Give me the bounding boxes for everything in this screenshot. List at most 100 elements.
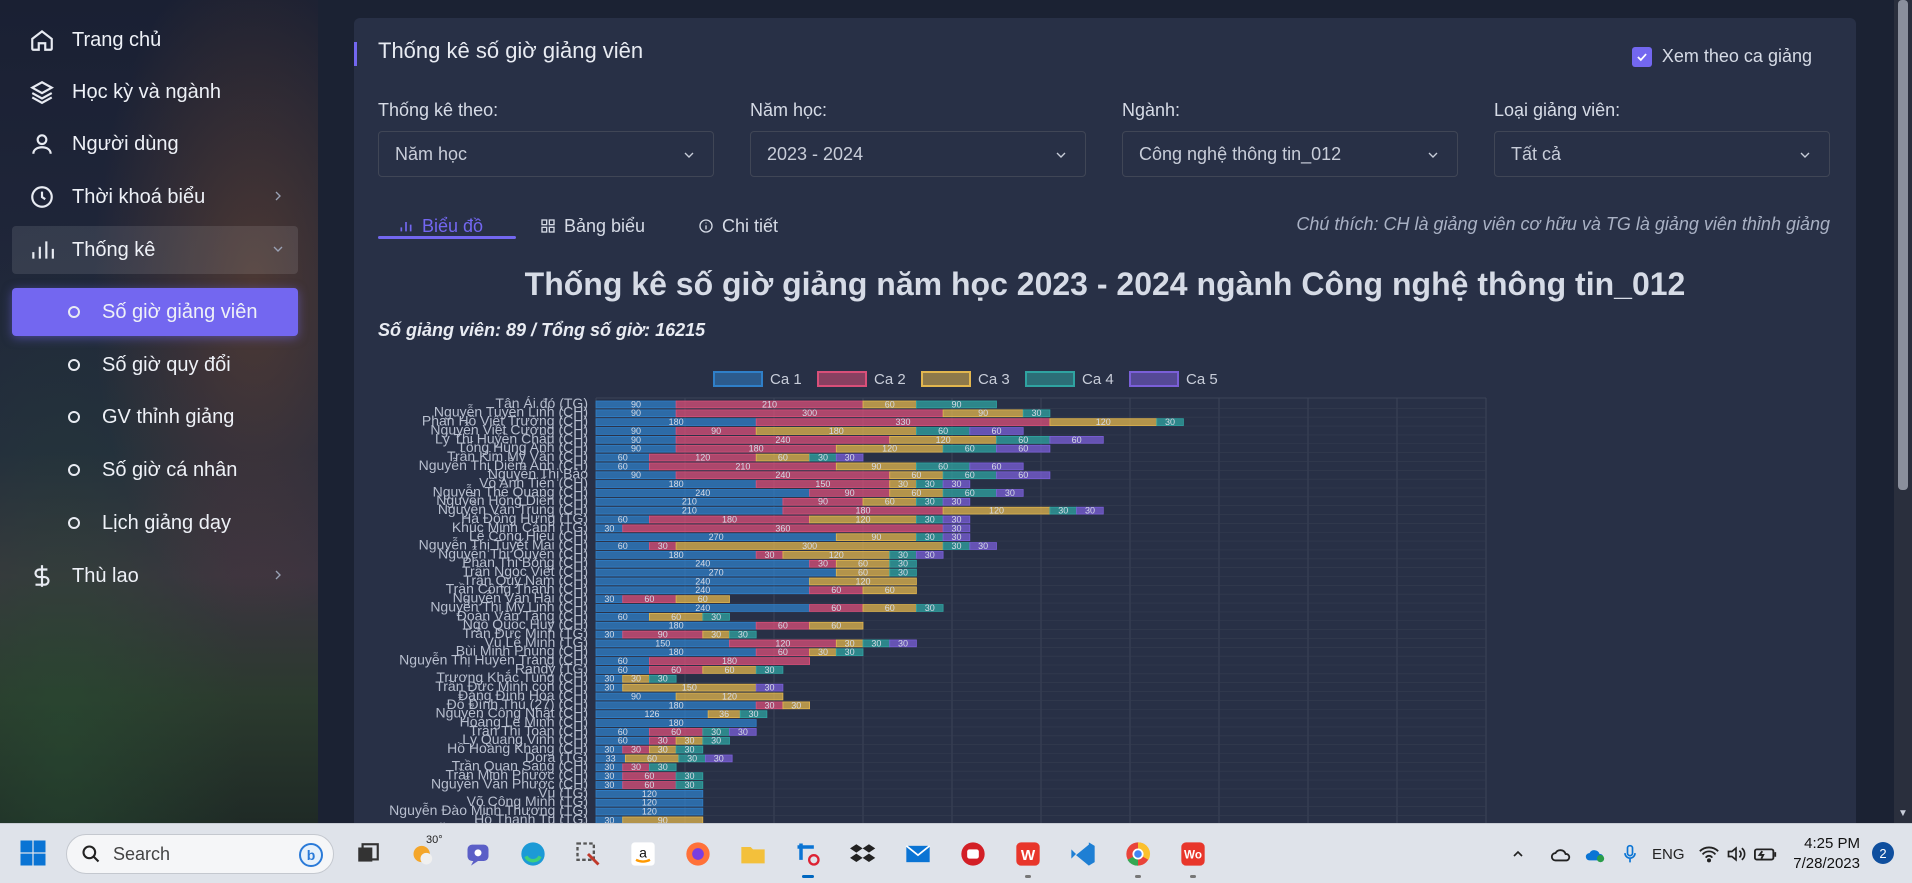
weather-icon[interactable]: 30° <box>406 834 443 872</box>
data-label: 90 <box>871 461 881 471</box>
checkbox-checked-icon[interactable] <box>1631 46 1652 67</box>
data-label: 90 <box>845 488 855 498</box>
sidebar-subitem-teaching-schedule[interactable]: Lịch giảng dạy <box>12 499 298 547</box>
info-icon <box>698 218 714 234</box>
edge-icon[interactable] <box>515 836 551 872</box>
taskbar-search[interactable]: Search b <box>66 834 334 874</box>
vscode-icon[interactable] <box>1065 836 1101 872</box>
data-label: 30 <box>631 674 641 684</box>
onedrive-sync-icon[interactable] <box>1584 842 1606 866</box>
wps-office-icon[interactable]: Wo <box>1175 836 1211 878</box>
sidebar-subitem-lecturer-hours[interactable]: Số giờ giảng viên <box>12 288 298 336</box>
data-label: 240 <box>775 470 790 480</box>
data-label: 60 <box>831 585 841 595</box>
teams-chat-icon[interactable] <box>460 836 496 872</box>
tab-detail[interactable]: Chi tiết <box>698 206 778 246</box>
sidebar-item-label: Học kỳ và ngành <box>72 80 221 103</box>
data-label: 60 <box>885 497 895 507</box>
mail-icon[interactable] <box>900 836 936 872</box>
data-label: 30 <box>765 683 775 693</box>
data-label: 60 <box>885 399 895 409</box>
data-label: 120 <box>722 691 737 701</box>
data-label: 30 <box>711 736 721 746</box>
filter-lecturer-type: Loại giảng viên: Tất cả <box>1494 100 1830 177</box>
chrome-icon[interactable] <box>1120 836 1156 878</box>
sidebar-item-home[interactable]: Trang chủ <box>12 16 298 64</box>
filter-label: Ngành: <box>1122 100 1181 120</box>
sidebar-subitem-label: Số giờ cá nhân <box>102 458 238 481</box>
circle-icon <box>68 306 80 318</box>
data-label: 180 <box>669 417 684 427</box>
data-label: 60 <box>965 470 975 480</box>
microphone-icon[interactable] <box>1622 842 1638 866</box>
windows-start-icon[interactable] <box>18 838 48 873</box>
bar-chart-icon <box>398 218 414 234</box>
sidebar-item-label: Người dùng <box>72 132 179 155</box>
svg-text:Wo: Wo <box>1184 849 1202 862</box>
data-label: 60 <box>1018 470 1028 480</box>
cloud-icon[interactable] <box>1550 842 1572 866</box>
sidebar-item-remuneration[interactable]: Thù lao <box>12 552 298 600</box>
legend-swatch <box>1025 371 1075 387</box>
scroll-down-icon[interactable]: ▼ <box>1898 808 1908 819</box>
sidebar-subitem-label: Số giờ giảng viên <box>102 300 258 323</box>
chevron-down-icon <box>681 147 697 168</box>
sidebar-item-timetable[interactable]: Thời khoá biểu <box>12 173 298 221</box>
dropbox-icon[interactable] <box>845 836 881 872</box>
battery-icon[interactable] <box>1754 842 1778 866</box>
sidebar-item-semester[interactable]: Học kỳ và ngành <box>12 68 298 116</box>
data-label: 30 <box>604 594 614 604</box>
chevron-up-icon[interactable] <box>1510 842 1526 866</box>
data-label: 120 <box>936 435 951 445</box>
snipping-tool-icon[interactable] <box>570 836 606 872</box>
circle-icon <box>68 411 80 423</box>
wifi-icon[interactable] <box>1698 842 1720 866</box>
data-label: 180 <box>669 700 684 710</box>
data-label: 30 <box>978 541 988 551</box>
data-label: 330 <box>896 417 911 427</box>
school-year-select[interactable]: 2023 - 2024 <box>750 131 1086 177</box>
data-label: 30 <box>925 514 935 524</box>
data-label: 60 <box>778 621 788 631</box>
app-red-icon[interactable] <box>955 836 991 872</box>
sidebar-subitem-converted-hours[interactable]: Số giờ quy đổi <box>12 341 298 389</box>
data-label: 60 <box>618 541 628 551</box>
sidebar-subitem-visiting-lecturers[interactable]: GV thỉnh giảng <box>12 393 298 441</box>
data-label: 60 <box>618 665 628 675</box>
legend-note: Chú thích: CH là giảng viên cơ hữu và TG… <box>1296 214 1830 234</box>
legend-label: Ca 3 <box>978 371 1010 388</box>
file-explorer-icon[interactable] <box>735 836 771 872</box>
data-label: 240 <box>695 488 710 498</box>
language-indicator[interactable]: ENG <box>1652 842 1685 866</box>
stat-by-select[interactable]: Năm học <box>378 131 714 177</box>
tab-chart[interactable]: Biểu đồ <box>398 206 483 246</box>
snip-sketch-icon[interactable] <box>790 836 826 878</box>
data-label: 30 <box>818 452 828 462</box>
sidebar-item-users[interactable]: Người dùng <box>12 120 298 168</box>
wps-writer-icon[interactable]: W <box>1010 836 1046 878</box>
sidebar: Trang chủ Học kỳ và ngành Người dùng Thờ… <box>0 0 318 823</box>
sidebar-item-statistics[interactable]: Thống kê <box>12 226 298 274</box>
data-label: 60 <box>618 461 628 471</box>
data-label: 30 <box>658 745 668 755</box>
page-scrollbar[interactable]: ▼ <box>1894 0 1912 823</box>
tab-table[interactable]: Bảng biểu <box>540 206 645 246</box>
data-label: 180 <box>722 514 737 524</box>
view-by-shift-toggle[interactable]: Xem theo ca giảng <box>1631 46 1812 67</box>
amazon-icon[interactable]: a <box>625 836 661 872</box>
data-label: 60 <box>885 585 895 595</box>
firefox-icon[interactable] <box>680 836 716 872</box>
clock[interactable]: 4:25 PM 7/28/2023 <box>1793 834 1860 874</box>
chevron-down-icon <box>1053 147 1069 168</box>
volume-icon[interactable] <box>1726 842 1746 866</box>
major-select[interactable]: Công nghệ thông tin_012 <box>1122 131 1458 177</box>
task-view-icon[interactable] <box>350 836 386 872</box>
toggle-label: Xem theo ca giảng <box>1661 46 1812 66</box>
lecturer-type-select[interactable]: Tất cả <box>1494 131 1830 177</box>
notification-badge[interactable]: 2 <box>1872 842 1894 864</box>
scrollbar-thumb[interactable] <box>1898 0 1908 490</box>
data-label: 30 <box>925 497 935 507</box>
sidebar-subitem-personal-hours[interactable]: Số giờ cá nhân <box>12 446 298 494</box>
bing-icon[interactable]: b <box>299 843 323 867</box>
statistics-card: Thống kê số giờ giảng viên Xem theo ca g… <box>354 18 1856 838</box>
